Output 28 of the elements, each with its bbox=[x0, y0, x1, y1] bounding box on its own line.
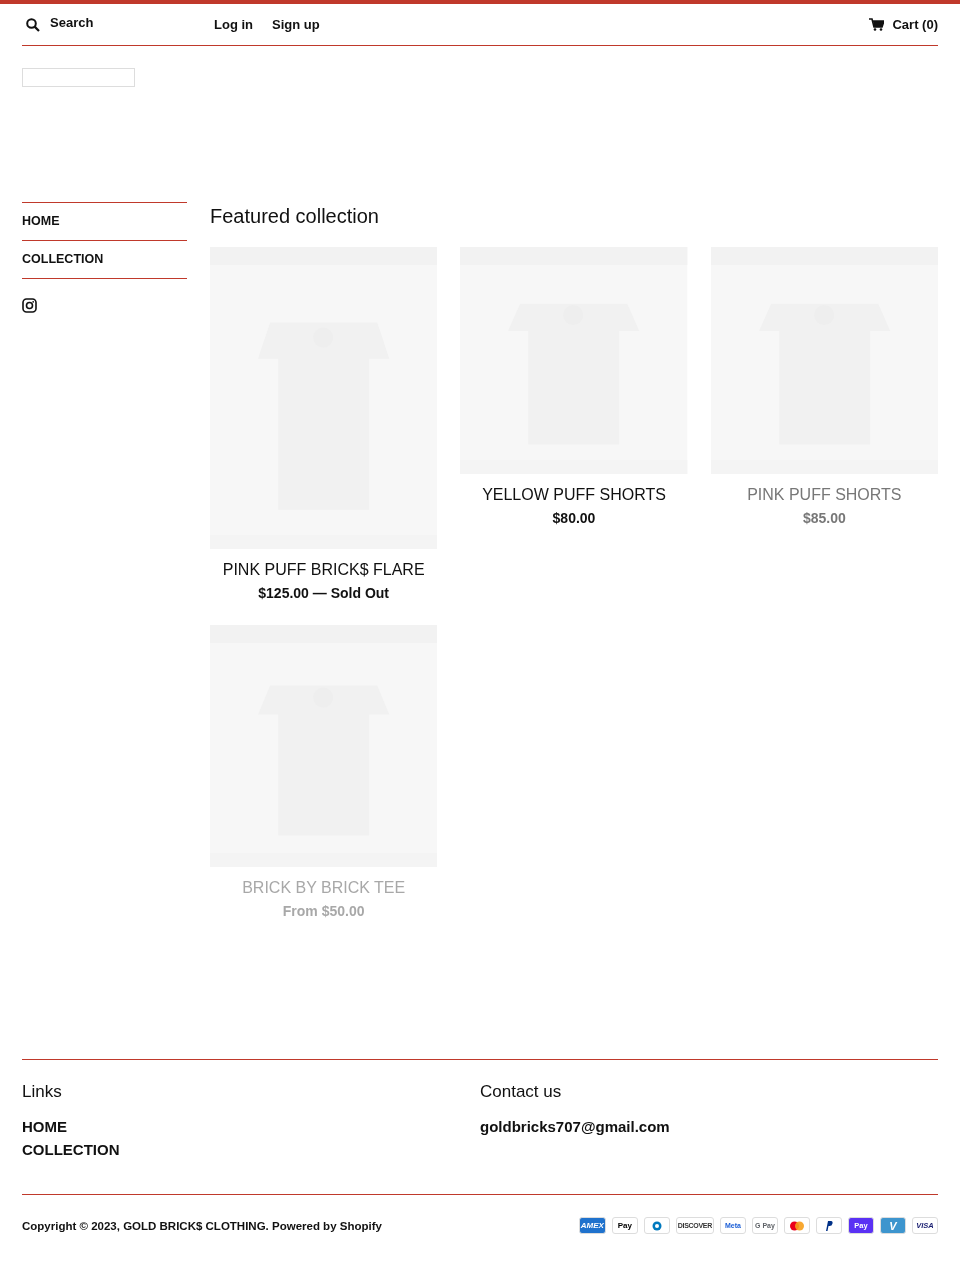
product-price: From $50.00 bbox=[282, 903, 365, 919]
footer-heading: Links bbox=[22, 1082, 63, 1102]
footer-link[interactable]: HOME bbox=[22, 1118, 480, 1135]
footer-link[interactable]: COLLECTION bbox=[22, 1141, 480, 1158]
product-name[interactable]: YELLOW PUFF SHORTS bbox=[482, 486, 666, 504]
search-icon bbox=[26, 17, 40, 32]
product-name[interactable]: PINK PUFF SHORTS bbox=[747, 486, 902, 504]
payment-icon: AMEX bbox=[578, 1217, 606, 1234]
payment-icon bbox=[784, 1217, 810, 1234]
cart-icon bbox=[869, 18, 885, 31]
sidebar-item[interactable]: COLLECTION bbox=[22, 240, 187, 279]
instagram-icon[interactable] bbox=[22, 298, 37, 313]
sidebar-item[interactable]: HOME bbox=[22, 202, 187, 240]
payment-icon: Pay bbox=[611, 1217, 638, 1234]
payment-icon: V bbox=[880, 1217, 906, 1234]
payment-icon bbox=[816, 1217, 842, 1234]
product-price: $125.00 — Sold Out bbox=[258, 585, 389, 601]
copyright-text: Copyright © 2023, GOLD BRICK$ CLOTHING. Powered by Shopify bbox=[22, 1219, 382, 1232]
header-link[interactable]: Sign up bbox=[272, 17, 320, 32]
section-title: Featured collection bbox=[210, 205, 380, 228]
product-price: $85.00 bbox=[802, 510, 846, 526]
product-name[interactable]: PINK PUFF BRICK$ FLARE bbox=[222, 561, 425, 579]
product-price: $80.00 bbox=[552, 510, 596, 526]
footer-heading: Contact us bbox=[480, 1082, 563, 1102]
email-link[interactable]: goldbricks707@gmail.com bbox=[480, 1118, 938, 1135]
payment-icon bbox=[643, 1217, 670, 1234]
header-link[interactable]: Log in bbox=[214, 17, 253, 32]
cart-link[interactable]: Cart (0) bbox=[869, 17, 938, 32]
